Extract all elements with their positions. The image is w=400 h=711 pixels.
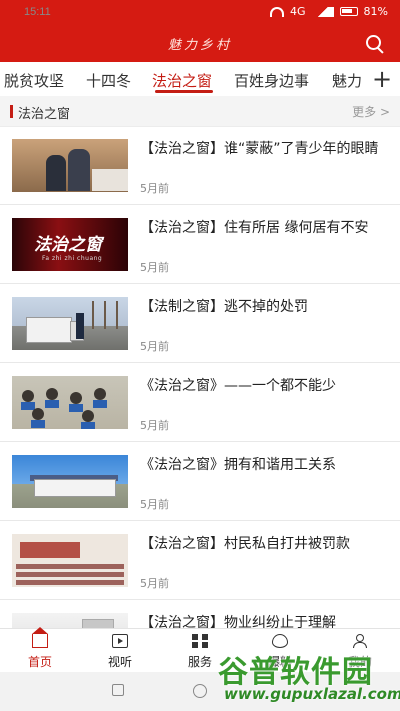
wifi-icon [270,6,285,17]
status-bar: 15:11 4G 81% [0,0,400,26]
nav-media[interactable]: 视听 [80,629,160,673]
article-thumbnail [12,455,128,508]
article-time: 5月前 [140,419,169,432]
article-thumbnail: 法治之窗 Fa zhi zhi chuang [12,218,128,271]
article-time: 5月前 [140,498,169,511]
article-list: 【法治之窗】谁“蒙蔽”了青少年的眼睛 5月前 法治之窗 Fa zhi zhi c… [0,126,400,679]
section-header: 法治之窗 更多 > [0,96,400,127]
recent-apps-icon[interactable] [112,684,124,696]
home-circle-icon[interactable] [193,684,207,698]
list-item[interactable]: 《法治之窗》拥有和谐用工关系 5月前 [0,442,400,521]
article-time: 5月前 [140,577,169,590]
tab-14th-winter-games[interactable]: 十四冬 [86,70,131,91]
list-item[interactable]: 【法制之窗】逃不掉的处罚 5月前 [0,284,400,363]
nav-label: 首页 [27,655,52,669]
signal-icon [311,6,334,17]
section-marker [10,105,13,118]
list-item[interactable]: 【法治之窗】村民私自打井被罚款 5月前 [0,521,400,600]
tab-rule-of-law-window[interactable]: 法治之窗 [152,70,212,91]
channel-tabs: 脱贫攻坚 十四冬 法治之窗 百姓身边事 魅力 [0,62,400,97]
battery-icon [339,7,358,16]
article-thumbnail [12,139,128,192]
tv-icon [112,634,128,648]
status-time: 15:11 [24,6,51,18]
article-title: 【法制之窗】逃不掉的处罚 [140,299,308,315]
plus-icon[interactable]: + [368,62,396,96]
tab-local-stories[interactable]: 百姓身边事 [234,70,309,91]
article-time: 5月前 [140,182,169,195]
thumbnail-subtext: Fa zhi zhi chuang [42,255,103,262]
tab-poverty-alleviation[interactable]: 脱贫攻坚 [4,70,64,91]
search-icon[interactable] [364,33,386,55]
article-title: 《法治之窗》——一个都不能少 [140,378,336,394]
article-thumbnail [12,534,128,587]
article-time: 5月前 [140,340,169,353]
network-type: 4G [290,5,306,18]
article-time: 5月前 [140,261,169,274]
tab-charm[interactable]: 魅力 [332,70,362,91]
list-item[interactable]: 《法治之窗》——一个都不能少 5月前 [0,363,400,442]
thumbnail-logo-text: 法治之窗 [34,235,102,255]
article-title: 《法治之窗》拥有和谐用工关系 [140,457,336,473]
status-indicators: 4G 81% [270,5,388,18]
battery-level: 81% [363,5,388,18]
watermark-url: www.gupuxlazal.com [224,685,400,703]
section-title: 法治之窗 [18,107,71,122]
article-title: 【法治之窗】村民私自打井被罚款 [140,536,350,552]
grid-icon [192,634,208,648]
home-icon [32,627,48,648]
active-tab-indicator [155,90,213,93]
article-thumbnail [12,297,128,350]
article-title: 【法治之窗】住有所居 缘何居有不安 [140,220,369,236]
article-title: 【法治之窗】谁“蒙蔽”了青少年的眼睛 [140,141,379,157]
article-thumbnail [12,376,128,429]
nav-home[interactable]: 首页 [0,627,80,673]
app-header: 15:11 4G 81% 魅力乡村 [0,0,400,62]
nav-label: 视听 [107,655,132,669]
more-link[interactable]: 更多 > [352,103,390,120]
app-title: 魅力乡村 [167,38,232,53]
watermark: 谷普软件园 www.gupuxlazal.com [218,643,400,707]
list-item[interactable]: 【法治之窗】谁“蒙蔽”了青少年的眼睛 5月前 [0,126,400,205]
list-item[interactable]: 法治之窗 Fa zhi zhi chuang 【法治之窗】住有所居 缘何居有不安… [0,205,400,284]
